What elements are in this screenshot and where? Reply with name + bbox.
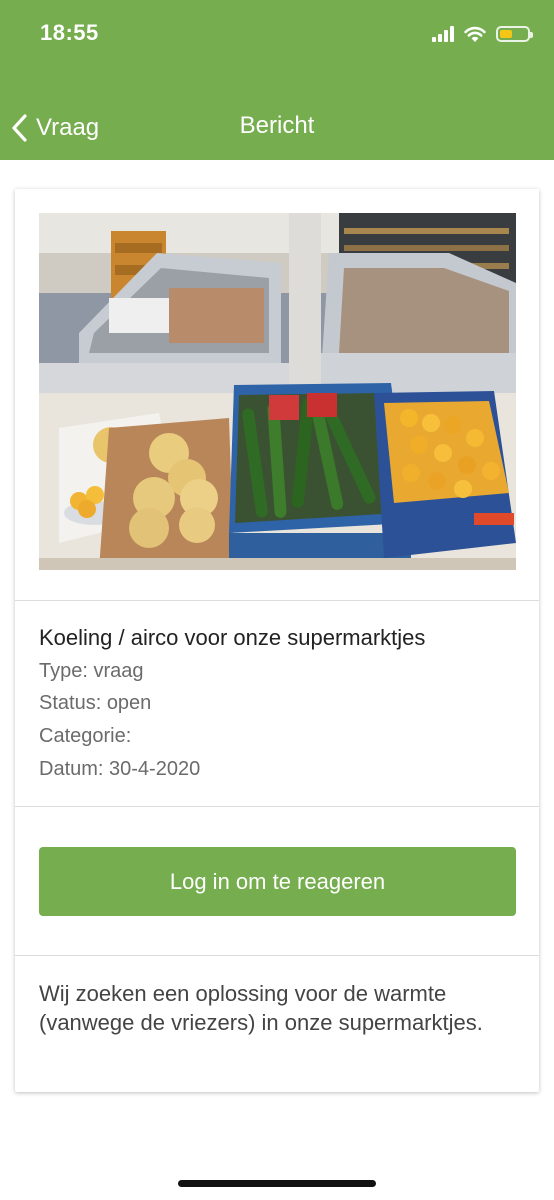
- status-icons: [432, 22, 533, 46]
- login-to-respond-button[interactable]: Log in om te reageren: [39, 847, 516, 916]
- post-type: Type: vraag: [39, 660, 144, 682]
- post-status: Status: open: [39, 692, 152, 714]
- wifi-icon: [464, 26, 486, 42]
- post-category: Categorie:: [39, 725, 132, 747]
- divider: [15, 955, 539, 956]
- cellular-signal-icon: [432, 26, 454, 42]
- post-card: Koeling / airco voor onze supermarktjes …: [15, 189, 539, 1092]
- post-description: Wij zoeken een oplossing voor de warmte …: [39, 981, 483, 1035]
- battery-icon: [496, 26, 533, 42]
- home-indicator[interactable]: [178, 1180, 376, 1187]
- post-date: Datum: 30-4-2020: [39, 758, 201, 780]
- divider: [15, 600, 539, 601]
- status-time: 18:55: [40, 20, 99, 45]
- post-title: Koeling / airco voor onze supermarktjes: [39, 625, 426, 650]
- supermarket-produce-image: [39, 213, 516, 570]
- page-title: Bericht: [239, 112, 315, 139]
- divider: [15, 806, 539, 807]
- post-photo: [39, 213, 516, 570]
- app-header: 18:55 Vraag Bericht: [0, 0, 554, 160]
